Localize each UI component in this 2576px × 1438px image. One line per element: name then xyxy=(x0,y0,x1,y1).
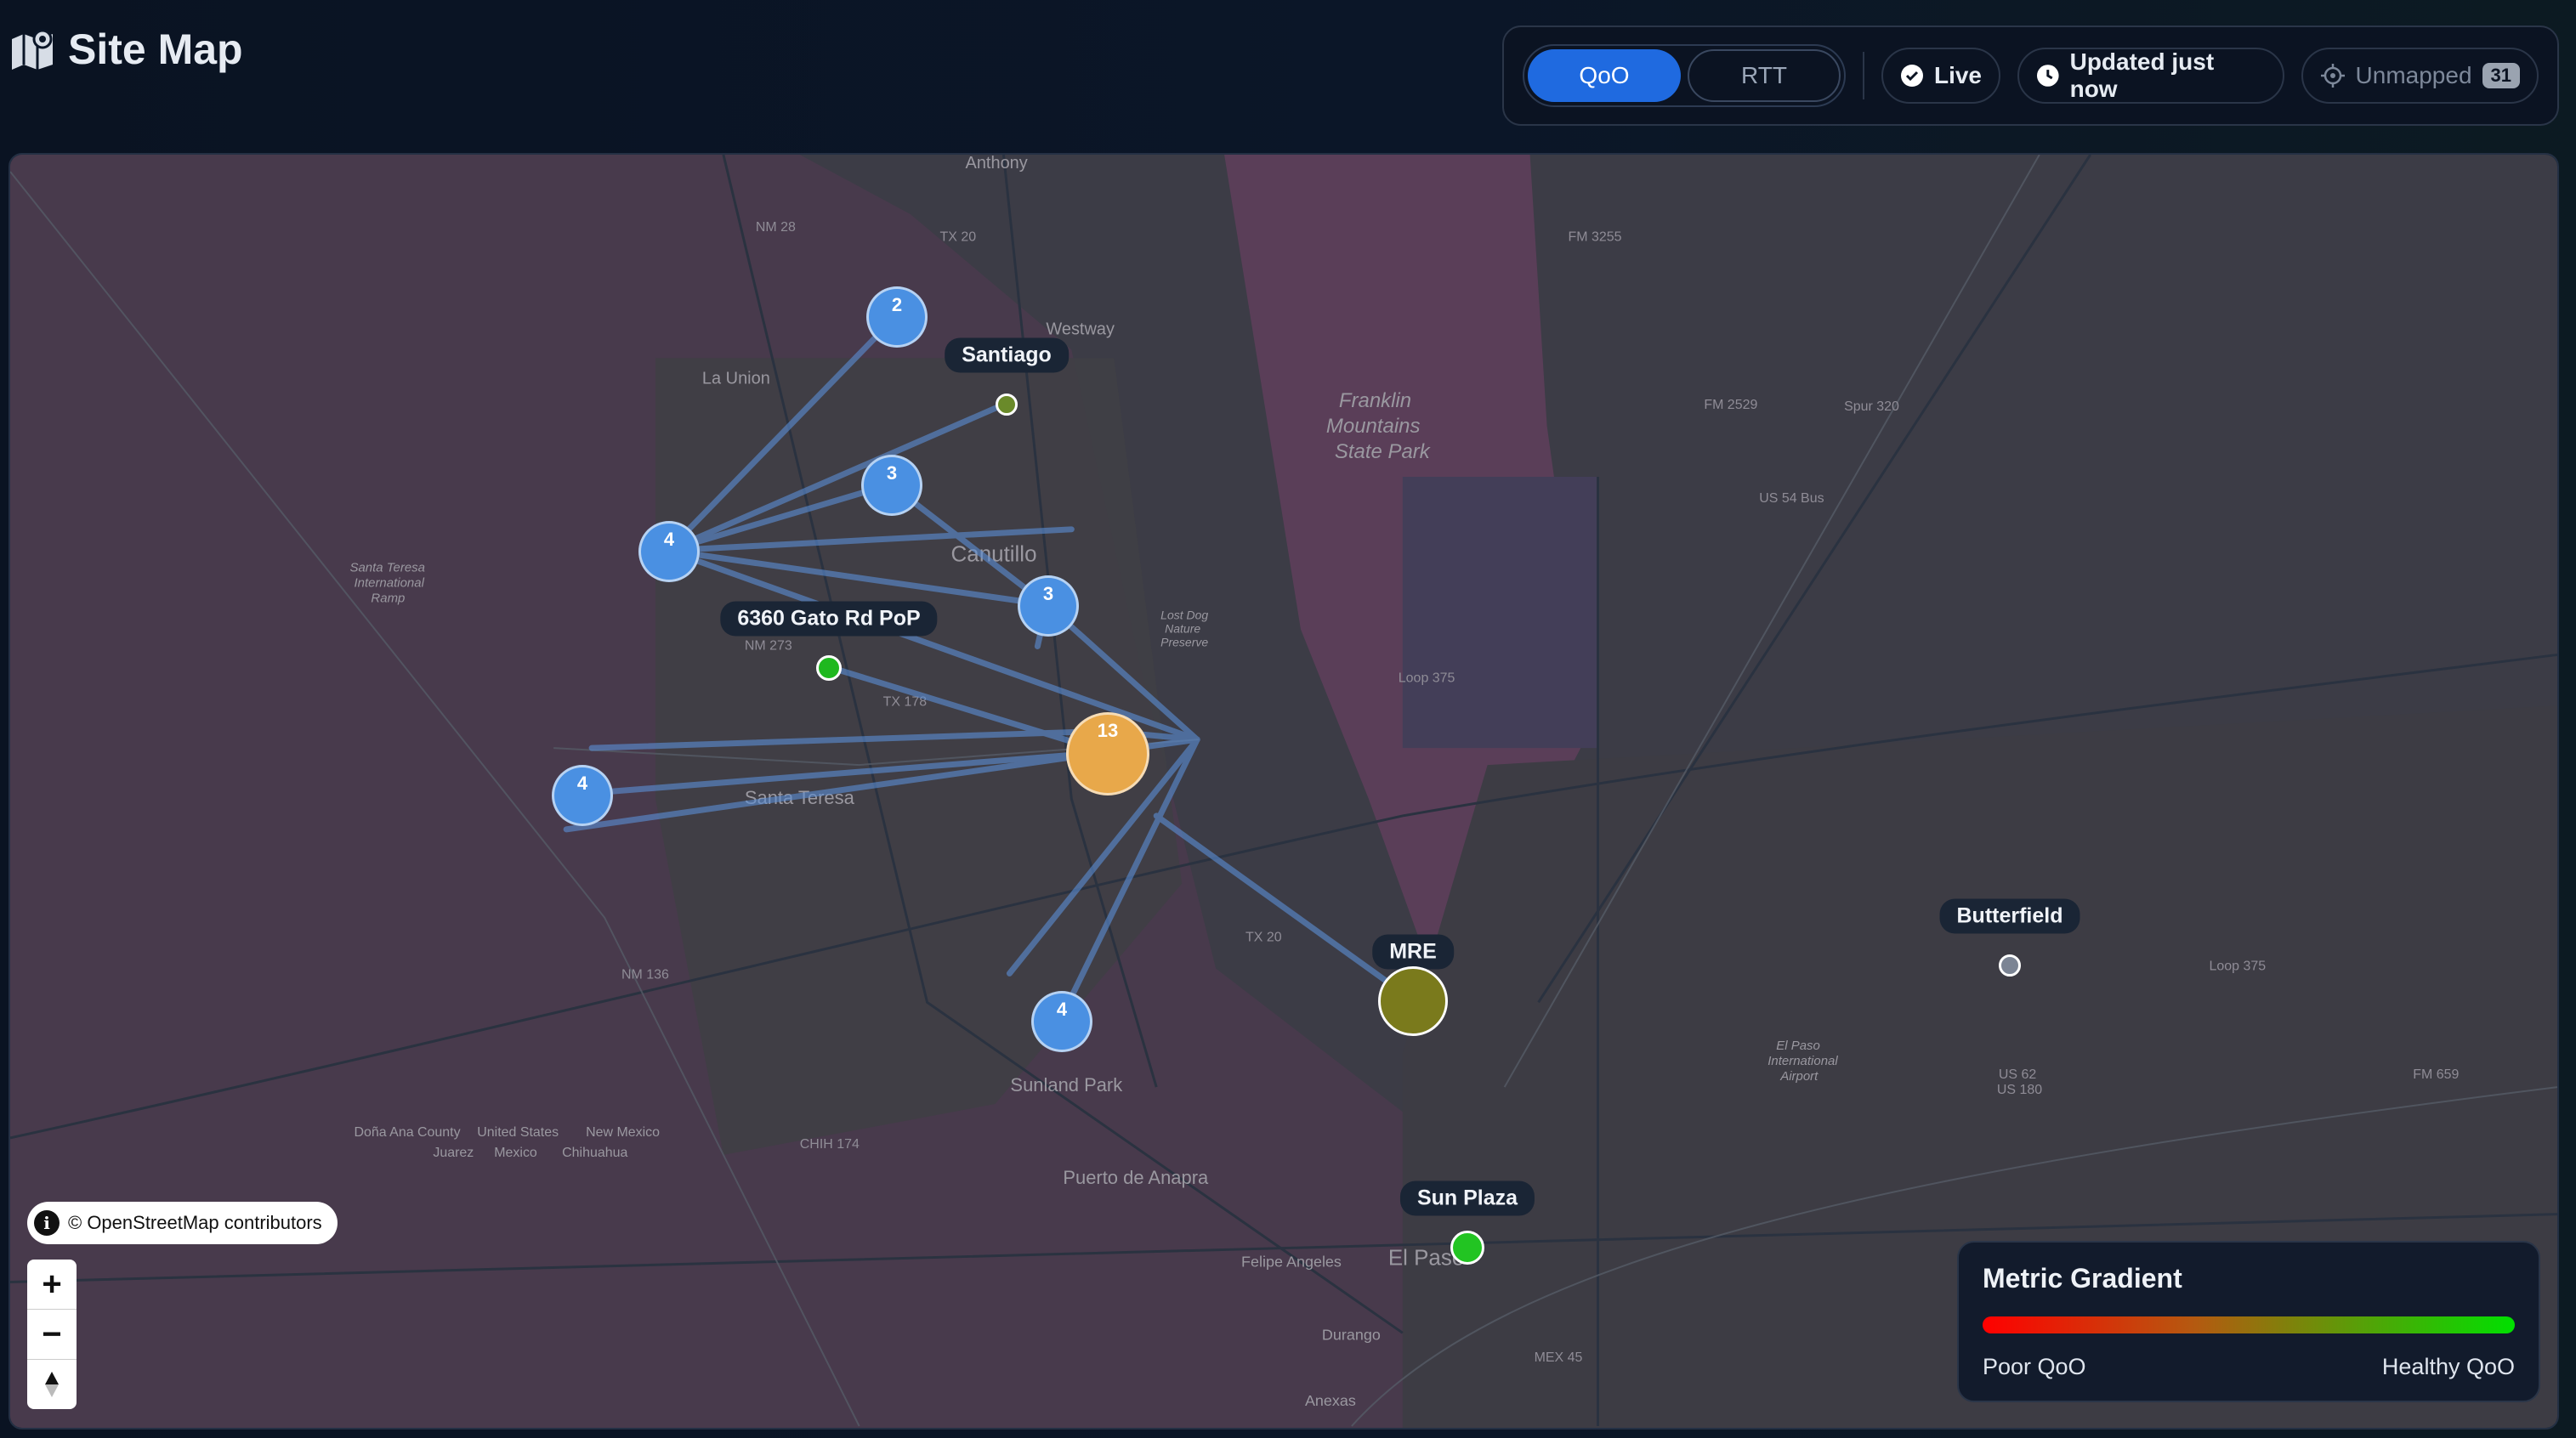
metric-rtt-button[interactable]: RTT xyxy=(1688,49,1841,102)
updated-label: Updated just now xyxy=(2069,48,2215,102)
site-marker-gato-rd[interactable] xyxy=(816,655,842,681)
site-map[interactable]: Anthony Westway La Union Franklin Mounta… xyxy=(9,153,2559,1430)
info-icon[interactable]: i xyxy=(34,1210,60,1236)
site-label-butterfield: Butterfield xyxy=(1939,898,2080,934)
road-us54bus: US 54 Bus xyxy=(1759,491,1824,506)
place-el-paso-airport-2: International xyxy=(1767,1054,1838,1068)
road-nm136: NM 136 xyxy=(621,967,669,982)
place-united-states: United States xyxy=(477,1125,559,1140)
toolbar-divider xyxy=(1863,52,1864,99)
road-loop375-east: Loop 375 xyxy=(2210,959,2267,973)
road-chih174: CHIH 174 xyxy=(800,1137,860,1152)
road-us62: US 62 xyxy=(1999,1067,2036,1082)
compass-icon xyxy=(45,1372,59,1397)
site-marker-sun-plaza[interactable] xyxy=(1450,1231,1484,1265)
page-title-text: Site Map xyxy=(68,25,243,73)
place-new-mexico: New Mexico xyxy=(586,1125,660,1140)
place-anexas: Anexas xyxy=(1305,1392,1356,1409)
place-anthony: Anthony xyxy=(966,155,1028,173)
cluster-marker[interactable]: 4 xyxy=(552,765,613,826)
site-label-gato-rd: 6360 Gato Rd PoP xyxy=(720,601,938,637)
zoom-controls: + − xyxy=(27,1260,77,1409)
road-fm659: FM 659 xyxy=(2413,1067,2459,1082)
place-durango: Durango xyxy=(1322,1326,1381,1343)
check-circle-icon xyxy=(1900,65,1923,87)
road-us180: US 180 xyxy=(1997,1083,2042,1097)
unmapped-button[interactable]: Unmapped 31 xyxy=(2301,48,2539,104)
place-dona-ana-county: Doña Ana County xyxy=(354,1125,460,1140)
cluster-marker[interactable]: 3 xyxy=(861,455,922,516)
metric-gradient-legend: Metric Gradient Poor QoO Healthy QoO xyxy=(1957,1241,2540,1402)
place-juarez: Juarez xyxy=(433,1146,474,1160)
metric-qoo-button[interactable]: QoO xyxy=(1528,49,1681,102)
map-base[interactable]: Anthony Westway La Union Franklin Mounta… xyxy=(10,155,2557,1428)
cluster-marker[interactable]: 4 xyxy=(1031,991,1092,1052)
site-label-mre: MRE xyxy=(1372,934,1454,970)
place-franklin: Franklin xyxy=(1339,389,1411,412)
place-westway: Westway xyxy=(1046,320,1115,338)
road-spur320: Spur 320 xyxy=(1844,399,1899,414)
map-icon xyxy=(12,29,53,70)
place-santa-teresa-airport-1: Santa Teresa xyxy=(349,561,425,575)
road-loop375: Loop 375 xyxy=(1399,671,1455,685)
place-la-union: La Union xyxy=(702,369,770,388)
place-felipe-angeles: Felipe Angeles xyxy=(1241,1254,1342,1271)
site-label-santiago: Santiago xyxy=(945,337,1069,373)
legend-gradient-bar xyxy=(1983,1316,2515,1333)
place-mexico: Mexico xyxy=(494,1146,537,1160)
map-attribution[interactable]: i © OpenStreetMap contributors xyxy=(27,1202,338,1244)
place-nature-preserve-3: Preserve xyxy=(1160,635,1208,648)
site-marker-butterfield[interactable] xyxy=(1999,954,2021,977)
zoom-out-button[interactable]: − xyxy=(27,1310,77,1360)
place-el-paso-airport-3: Airport xyxy=(1779,1069,1819,1084)
cluster-marker[interactable]: 2 xyxy=(866,286,928,348)
site-marker-santiago[interactable] xyxy=(996,393,1018,416)
place-puerto-de-anapra: Puerto de Anapra xyxy=(1063,1167,1209,1188)
place-santa-teresa-airport-2: International xyxy=(354,576,424,591)
road-fm3255: FM 3255 xyxy=(1569,230,1622,245)
live-label: Live xyxy=(1933,62,1982,88)
road-tx20-north: TX 20 xyxy=(940,230,977,245)
legend-low-label: Poor QoO xyxy=(1983,1354,2086,1379)
metric-toggle: QoO RTT xyxy=(1523,44,1846,107)
cluster-marker[interactable]: 4 xyxy=(638,521,700,582)
legend-high-label: Healthy QoO xyxy=(2381,1354,2515,1379)
compass-reset-button[interactable] xyxy=(27,1360,77,1409)
place-state-park: State Park xyxy=(1335,440,1431,463)
updated-status[interactable]: Updated just now xyxy=(2017,48,2284,104)
place-nature-preserve-1: Lost Dog xyxy=(1160,609,1208,622)
map-toolbar: QoO RTT Live Updated just now Unmapped 3… xyxy=(1502,25,2559,126)
unmapped-count-badge: 31 xyxy=(2482,63,2520,88)
clock-icon xyxy=(2036,65,2059,87)
site-label-sun-plaza: Sun Plaza xyxy=(1399,1180,1535,1216)
place-el-paso-airport-1: El Paso xyxy=(1776,1039,1820,1053)
road-nm273: NM 273 xyxy=(745,638,792,653)
page-title: Site Map xyxy=(9,24,243,75)
zoom-in-button[interactable]: + xyxy=(27,1260,77,1310)
place-chihuahua: Chihuahua xyxy=(562,1146,627,1160)
legend-title: Metric Gradient xyxy=(1983,1263,2182,1294)
live-toggle[interactable]: Live xyxy=(1881,48,2000,104)
road-nm28: NM 28 xyxy=(756,220,796,235)
crosshair-icon xyxy=(2320,64,2345,88)
unmapped-label: Unmapped xyxy=(2355,62,2472,88)
road-fm2529: FM 2529 xyxy=(1704,398,1757,412)
place-mountains: Mountains xyxy=(1326,415,1421,438)
place-sunland-park: Sunland Park xyxy=(1010,1074,1122,1095)
attribution-text: © OpenStreetMap contributors xyxy=(68,1212,322,1233)
cluster-marker[interactable]: 3 xyxy=(1018,575,1079,637)
road-tx20-south: TX 20 xyxy=(1245,931,1282,945)
place-nature-preserve-2: Nature xyxy=(1165,622,1200,636)
site-marker-mre[interactable] xyxy=(1378,966,1448,1036)
road-mex45: MEX 45 xyxy=(1535,1350,1583,1365)
place-santa-teresa-airport-3: Ramp xyxy=(371,592,405,606)
cluster-marker[interactable]: 13 xyxy=(1066,712,1149,795)
